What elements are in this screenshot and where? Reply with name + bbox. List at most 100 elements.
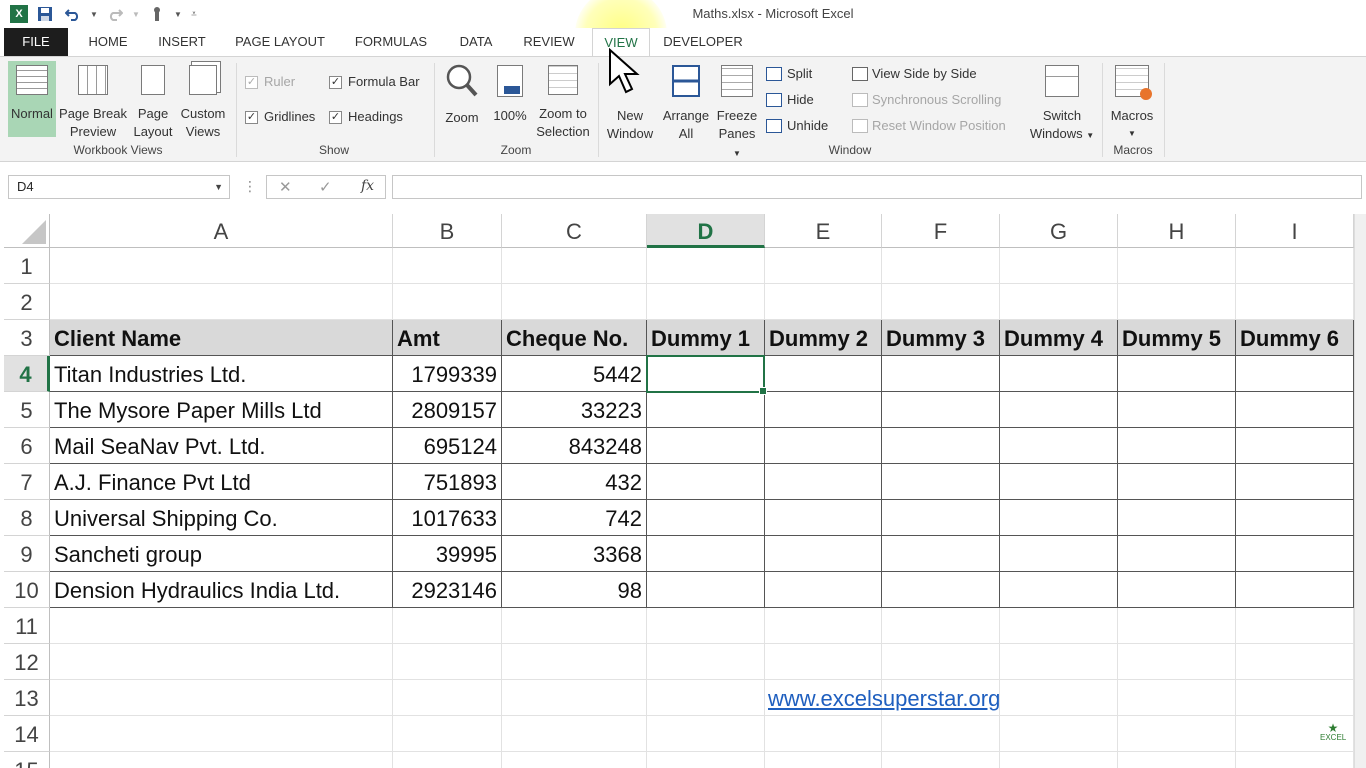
table-cell[interactable] (765, 500, 882, 536)
drag-handle-icon[interactable]: ⋮ (243, 178, 257, 195)
cell[interactable] (50, 608, 393, 644)
formula-input[interactable] (392, 175, 1362, 199)
cell[interactable] (502, 644, 647, 680)
tab-insert[interactable]: INSERT (150, 28, 214, 56)
cell[interactable] (765, 716, 882, 752)
synchronous-scrolling-button[interactable]: Synchronous Scrolling (872, 91, 1001, 109)
tab-page-layout[interactable]: PAGE LAYOUT (226, 28, 334, 56)
table-cell[interactable] (882, 464, 1000, 500)
cell[interactable] (1000, 248, 1118, 284)
cell[interactable] (647, 284, 765, 320)
macros-button[interactable]: Macros ▼ (1106, 61, 1158, 141)
table-cell[interactable]: Mail SeaNav Pvt. Ltd. (50, 428, 393, 464)
hide-button[interactable]: Hide (787, 91, 814, 109)
cell[interactable] (393, 284, 502, 320)
table-cell[interactable]: 843248 (502, 428, 647, 464)
cell[interactable] (50, 644, 393, 680)
column-header-g[interactable]: G (1000, 214, 1118, 248)
table-cell[interactable] (1236, 572, 1354, 608)
table-cell[interactable]: Universal Shipping Co. (50, 500, 393, 536)
table-cell[interactable] (647, 356, 765, 392)
tab-developer[interactable]: DEVELOPER (660, 28, 746, 56)
table-cell[interactable] (1118, 428, 1236, 464)
cell[interactable] (1118, 752, 1236, 768)
table-cell[interactable] (647, 500, 765, 536)
table-cell[interactable] (882, 536, 1000, 572)
table-cell[interactable] (882, 428, 1000, 464)
table-cell[interactable] (647, 572, 765, 608)
table-cell[interactable]: The Mysore Paper Mills Ltd (50, 392, 393, 428)
normal-view-button[interactable]: Normal (8, 61, 56, 137)
cell[interactable] (647, 248, 765, 284)
row-header[interactable]: 9 (4, 536, 50, 572)
custom-views-button[interactable]: Custom Views (178, 61, 228, 141)
view-side-by-side-button[interactable]: View Side by Side (872, 65, 977, 83)
reset-window-position-button[interactable]: Reset Window Position (872, 117, 1006, 135)
table-cell[interactable]: 2923146 (393, 572, 502, 608)
cell[interactable] (1236, 608, 1354, 644)
row-header[interactable]: 15 (4, 752, 50, 768)
row-header[interactable]: 13 (4, 680, 50, 716)
table-cell[interactable] (1118, 392, 1236, 428)
unhide-button[interactable]: Unhide (787, 117, 828, 135)
cell[interactable] (50, 284, 393, 320)
cell[interactable] (1000, 644, 1118, 680)
cell[interactable] (765, 752, 882, 768)
column-header-b[interactable]: B (393, 214, 502, 248)
row-header[interactable]: 4 (4, 356, 50, 392)
table-cell[interactable] (1236, 428, 1354, 464)
column-header-c[interactable]: C (502, 214, 647, 248)
cell[interactable] (1000, 716, 1118, 752)
cell[interactable] (1236, 644, 1354, 680)
cell[interactable] (50, 680, 393, 716)
row-header[interactable]: 12 (4, 644, 50, 680)
table-cell[interactable] (1000, 464, 1118, 500)
cell[interactable] (50, 752, 393, 768)
cell[interactable] (393, 680, 502, 716)
cell[interactable] (647, 680, 765, 716)
cell[interactable] (1236, 680, 1354, 716)
column-header-i[interactable]: I (1236, 214, 1354, 248)
table-cell[interactable]: 98 (502, 572, 647, 608)
cell[interactable] (765, 284, 882, 320)
table-cell[interactable] (765, 392, 882, 428)
cell[interactable] (393, 752, 502, 768)
cell[interactable] (882, 284, 1000, 320)
split-button[interactable]: Split (787, 65, 812, 83)
cell[interactable] (502, 248, 647, 284)
row-header[interactable]: 6 (4, 428, 50, 464)
table-cell[interactable]: 3368 (502, 536, 647, 572)
arrange-all-button[interactable]: Arrange All (660, 61, 712, 141)
table-cell[interactable] (1000, 356, 1118, 392)
cell[interactable] (1236, 284, 1354, 320)
zoom-to-selection-button[interactable]: Zoom to Selection (532, 61, 594, 141)
table-cell[interactable]: 695124 (393, 428, 502, 464)
column-header-a[interactable]: A (50, 214, 393, 248)
tab-formulas[interactable]: FORMULAS (346, 28, 436, 56)
table-cell[interactable] (647, 392, 765, 428)
table-cell[interactable]: 39995 (393, 536, 502, 572)
cell[interactable] (502, 680, 647, 716)
cell[interactable] (502, 284, 647, 320)
formula-bar-checkbox[interactable]: ✓ (329, 76, 342, 89)
table-cell[interactable] (1236, 392, 1354, 428)
table-header-cell[interactable]: Cheque No. (502, 320, 647, 356)
table-cell[interactable] (647, 464, 765, 500)
cell[interactable] (1000, 752, 1118, 768)
table-cell[interactable] (1118, 536, 1236, 572)
table-cell[interactable] (647, 428, 765, 464)
table-cell[interactable] (1000, 500, 1118, 536)
ruler-checkbox[interactable]: ✓ (245, 76, 258, 89)
headings-checkbox[interactable]: ✓ (329, 111, 342, 124)
table-header-cell[interactable]: Amt (393, 320, 502, 356)
table-header-cell[interactable]: Client Name (50, 320, 393, 356)
table-cell[interactable] (1236, 536, 1354, 572)
cell[interactable] (882, 644, 1000, 680)
page-break-preview-button[interactable]: Page Break Preview (58, 61, 128, 141)
table-cell[interactable]: 33223 (502, 392, 647, 428)
table-header-cell[interactable]: Dummy 2 (765, 320, 882, 356)
column-header-e[interactable]: E (765, 214, 882, 248)
table-cell[interactable] (765, 536, 882, 572)
table-cell[interactable] (1118, 500, 1236, 536)
row-header[interactable]: 1 (4, 248, 50, 284)
